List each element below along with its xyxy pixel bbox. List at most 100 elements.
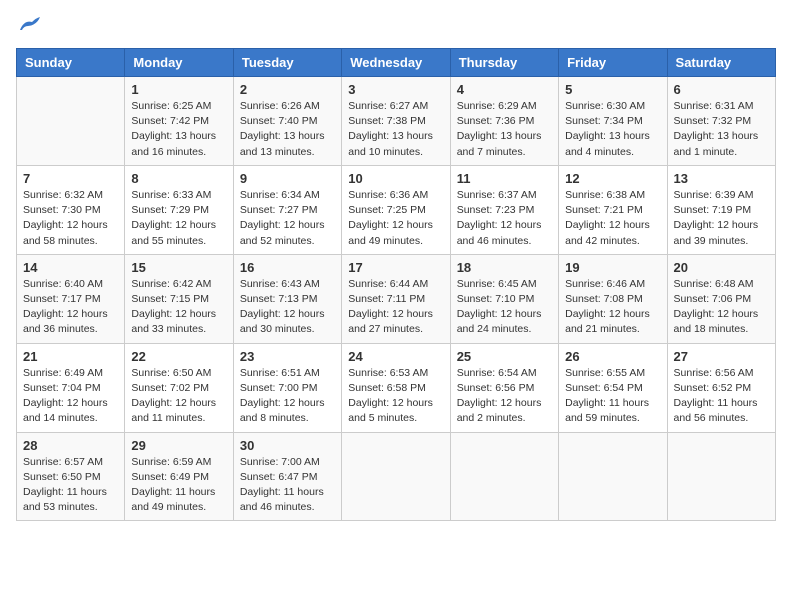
page-header <box>16 16 776 36</box>
calendar-cell: 14 Sunrise: 6:40 AM Sunset: 7:17 PM Dayli… <box>17 254 125 343</box>
day-info: Sunrise: 6:59 AM Sunset: 6:49 PM Dayligh… <box>131 455 226 516</box>
day-number: 13 <box>674 171 769 186</box>
day-number: 18 <box>457 260 552 275</box>
day-info: Sunrise: 6:57 AM Sunset: 6:50 PM Dayligh… <box>23 455 118 516</box>
col-header-tuesday: Tuesday <box>233 49 341 77</box>
day-info: Sunrise: 6:30 AM Sunset: 7:34 PM Dayligh… <box>565 99 660 160</box>
day-info: Sunrise: 6:44 AM Sunset: 7:11 PM Dayligh… <box>348 277 443 338</box>
day-number: 7 <box>23 171 118 186</box>
calendar-cell: 22 Sunrise: 6:50 AM Sunset: 7:02 PM Dayli… <box>125 343 233 432</box>
day-info: Sunrise: 6:27 AM Sunset: 7:38 PM Dayligh… <box>348 99 443 160</box>
day-number: 14 <box>23 260 118 275</box>
day-info: Sunrise: 6:48 AM Sunset: 7:06 PM Dayligh… <box>674 277 769 338</box>
day-info: Sunrise: 6:32 AM Sunset: 7:30 PM Dayligh… <box>23 188 118 249</box>
calendar-cell: 30Sunrise: 7:00 AM Sunset: 6:47 PM Dayli… <box>233 432 341 521</box>
calendar-cell: 23Sunrise: 6:51 AM Sunset: 7:00 PM Dayli… <box>233 343 341 432</box>
calendar-week-row: 28 Sunrise: 6:57 AM Sunset: 6:50 PM Dayli… <box>17 432 776 521</box>
col-header-monday: Monday <box>125 49 233 77</box>
day-number: 28 <box>23 438 118 453</box>
day-number: 20 <box>674 260 769 275</box>
day-info: Sunrise: 6:53 AM Sunset: 6:58 PM Dayligh… <box>348 366 443 427</box>
day-number: 10 <box>348 171 443 186</box>
day-info: Sunrise: 6:50 AM Sunset: 7:02 PM Dayligh… <box>131 366 226 427</box>
calendar-cell: 24 Sunrise: 6:53 AM Sunset: 6:58 PM Dayli… <box>342 343 450 432</box>
day-number: 5 <box>565 82 660 97</box>
col-header-friday: Friday <box>559 49 667 77</box>
day-info: Sunrise: 6:36 AM Sunset: 7:25 PM Dayligh… <box>348 188 443 249</box>
day-info: Sunrise: 6:43 AM Sunset: 7:13 PM Dayligh… <box>240 277 335 338</box>
calendar-cell: 8 Sunrise: 6:33 AM Sunset: 7:29 PM Daylig… <box>125 165 233 254</box>
day-number: 30 <box>240 438 335 453</box>
day-number: 4 <box>457 82 552 97</box>
calendar-week-row: 14 Sunrise: 6:40 AM Sunset: 7:17 PM Dayli… <box>17 254 776 343</box>
day-number: 29 <box>131 438 226 453</box>
col-header-sunday: Sunday <box>17 49 125 77</box>
day-number: 16 <box>240 260 335 275</box>
calendar-cell: 3 Sunrise: 6:27 AM Sunset: 7:38 PM Daylig… <box>342 77 450 166</box>
day-number: 3 <box>348 82 443 97</box>
day-number: 25 <box>457 349 552 364</box>
calendar-cell: 21 Sunrise: 6:49 AM Sunset: 7:04 PM Dayli… <box>17 343 125 432</box>
calendar-cell: 10 Sunrise: 6:36 AM Sunset: 7:25 PM Dayli… <box>342 165 450 254</box>
calendar-header-row: SundayMondayTuesdayWednesdayThursdayFrid… <box>17 49 776 77</box>
day-info: Sunrise: 6:54 AM Sunset: 6:56 PM Dayligh… <box>457 366 552 427</box>
day-number: 8 <box>131 171 226 186</box>
calendar-week-row: 7 Sunrise: 6:32 AM Sunset: 7:30 PM Daylig… <box>17 165 776 254</box>
day-number: 1 <box>131 82 226 97</box>
calendar-cell: 13 Sunrise: 6:39 AM Sunset: 7:19 PM Dayli… <box>667 165 775 254</box>
calendar-cell: 16 Sunrise: 6:43 AM Sunset: 7:13 PM Dayli… <box>233 254 341 343</box>
calendar-week-row: 1 Sunrise: 6:25 AM Sunset: 7:42 PM Daylig… <box>17 77 776 166</box>
day-number: 6 <box>674 82 769 97</box>
day-info: Sunrise: 6:33 AM Sunset: 7:29 PM Dayligh… <box>131 188 226 249</box>
calendar-cell: 1 Sunrise: 6:25 AM Sunset: 7:42 PM Daylig… <box>125 77 233 166</box>
day-number: 22 <box>131 349 226 364</box>
day-number: 15 <box>131 260 226 275</box>
calendar-cell: 4 Sunrise: 6:29 AM Sunset: 7:36 PM Daylig… <box>450 77 558 166</box>
calendar-cell: 20 Sunrise: 6:48 AM Sunset: 7:06 PM Dayli… <box>667 254 775 343</box>
day-number: 11 <box>457 171 552 186</box>
day-info: Sunrise: 6:46 AM Sunset: 7:08 PM Dayligh… <box>565 277 660 338</box>
day-number: 23 <box>240 349 335 364</box>
day-info: Sunrise: 6:29 AM Sunset: 7:36 PM Dayligh… <box>457 99 552 160</box>
calendar-cell: 5 Sunrise: 6:30 AM Sunset: 7:34 PM Daylig… <box>559 77 667 166</box>
calendar-cell: 25 Sunrise: 6:54 AM Sunset: 6:56 PM Dayli… <box>450 343 558 432</box>
col-header-wednesday: Wednesday <box>342 49 450 77</box>
calendar-cell: 7 Sunrise: 6:32 AM Sunset: 7:30 PM Daylig… <box>17 165 125 254</box>
calendar-cell <box>667 432 775 521</box>
day-number: 17 <box>348 260 443 275</box>
day-number: 26 <box>565 349 660 364</box>
calendar-cell: 18Sunrise: 6:45 AM Sunset: 7:10 PM Dayli… <box>450 254 558 343</box>
day-number: 21 <box>23 349 118 364</box>
day-info: Sunrise: 6:34 AM Sunset: 7:27 PM Dayligh… <box>240 188 335 249</box>
day-info: Sunrise: 6:40 AM Sunset: 7:17 PM Dayligh… <box>23 277 118 338</box>
logo <box>16 16 40 36</box>
calendar-cell: 19 Sunrise: 6:46 AM Sunset: 7:08 PM Dayli… <box>559 254 667 343</box>
calendar-cell <box>342 432 450 521</box>
day-number: 27 <box>674 349 769 364</box>
day-number: 9 <box>240 171 335 186</box>
day-number: 19 <box>565 260 660 275</box>
day-info: Sunrise: 6:31 AM Sunset: 7:32 PM Dayligh… <box>674 99 769 160</box>
calendar-cell: 17 Sunrise: 6:44 AM Sunset: 7:11 PM Dayli… <box>342 254 450 343</box>
day-number: 24 <box>348 349 443 364</box>
day-info: Sunrise: 6:39 AM Sunset: 7:19 PM Dayligh… <box>674 188 769 249</box>
day-info: Sunrise: 6:25 AM Sunset: 7:42 PM Dayligh… <box>131 99 226 160</box>
logo-bird-icon <box>18 16 40 36</box>
day-info: Sunrise: 6:49 AM Sunset: 7:04 PM Dayligh… <box>23 366 118 427</box>
day-info: Sunrise: 6:56 AM Sunset: 6:52 PM Dayligh… <box>674 366 769 427</box>
calendar-cell: 29 Sunrise: 6:59 AM Sunset: 6:49 PM Dayli… <box>125 432 233 521</box>
day-info: Sunrise: 6:38 AM Sunset: 7:21 PM Dayligh… <box>565 188 660 249</box>
day-number: 12 <box>565 171 660 186</box>
calendar-cell: 28 Sunrise: 6:57 AM Sunset: 6:50 PM Dayli… <box>17 432 125 521</box>
calendar-cell: 27 Sunrise: 6:56 AM Sunset: 6:52 PM Dayli… <box>667 343 775 432</box>
col-header-thursday: Thursday <box>450 49 558 77</box>
calendar-cell: 6 Sunrise: 6:31 AM Sunset: 7:32 PM Daylig… <box>667 77 775 166</box>
calendar-cell <box>559 432 667 521</box>
day-info: Sunrise: 6:37 AM Sunset: 7:23 PM Dayligh… <box>457 188 552 249</box>
calendar-cell: 12 Sunrise: 6:38 AM Sunset: 7:21 PM Dayli… <box>559 165 667 254</box>
day-info: Sunrise: 6:26 AM Sunset: 7:40 PM Dayligh… <box>240 99 335 160</box>
day-number: 2 <box>240 82 335 97</box>
day-info: Sunrise: 6:42 AM Sunset: 7:15 PM Dayligh… <box>131 277 226 338</box>
calendar-cell: 2 Sunrise: 6:26 AM Sunset: 7:40 PM Daylig… <box>233 77 341 166</box>
calendar-cell <box>450 432 558 521</box>
